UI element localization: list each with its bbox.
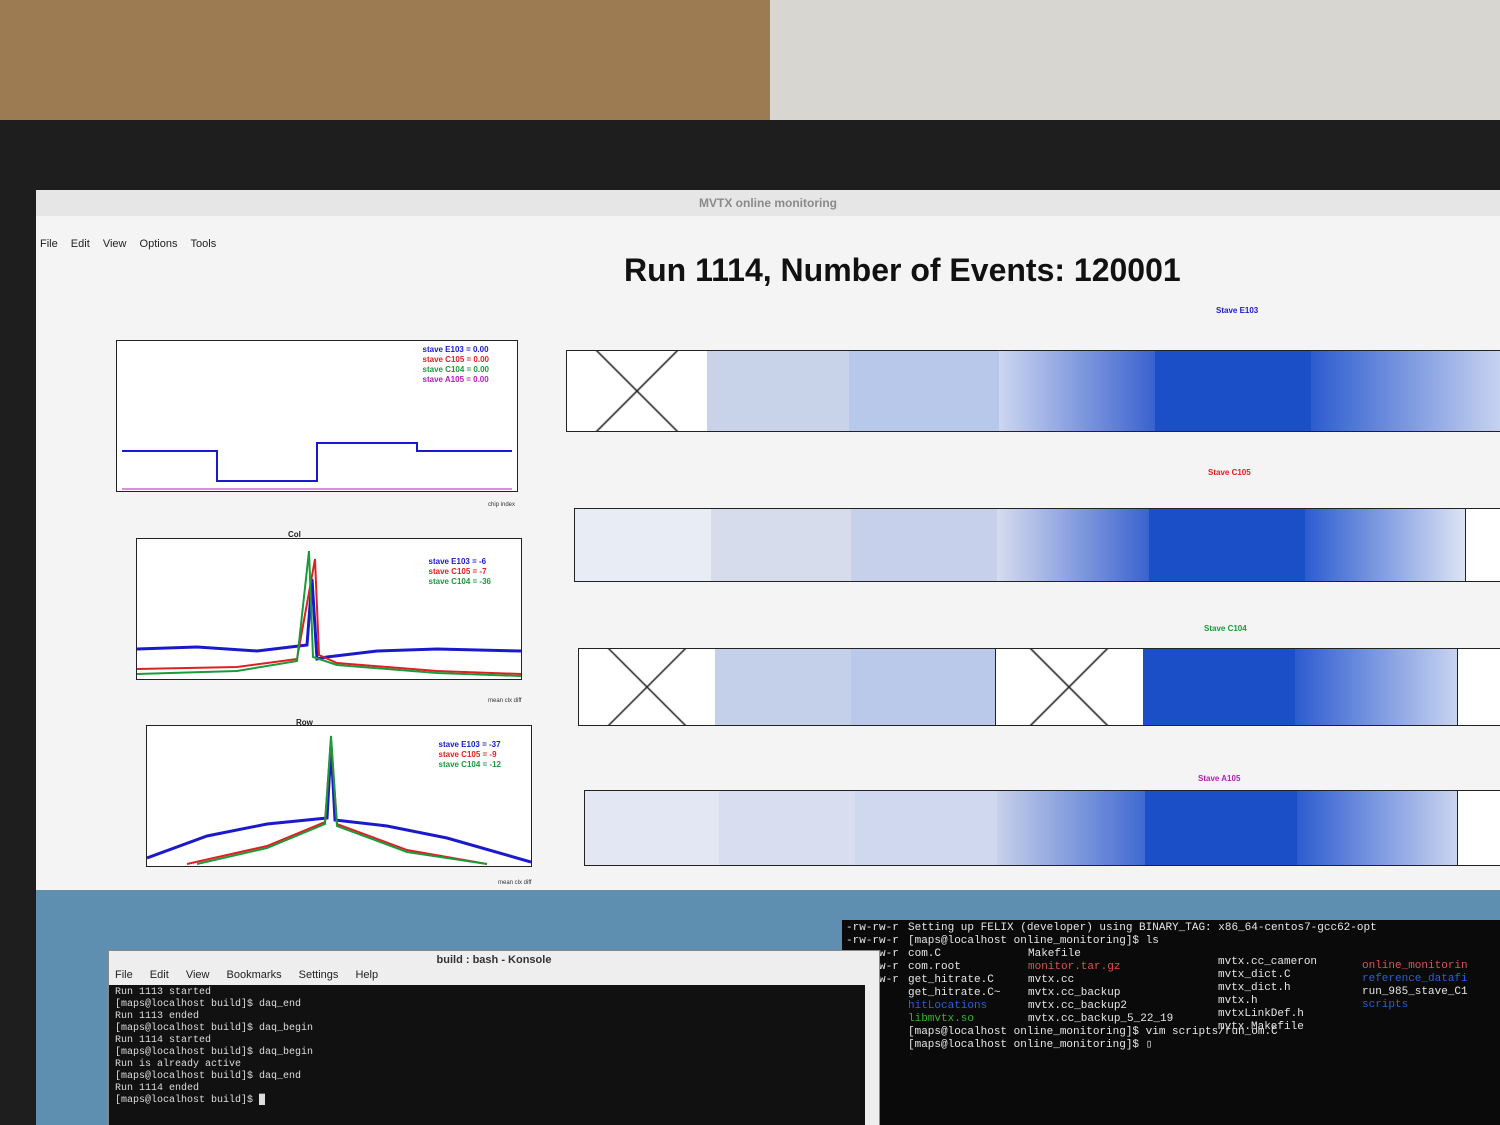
col-legend: stave E103 = -6 stave C105 = -7 stave C1…: [429, 557, 492, 587]
hitrate-legend: stave E103 = 0.00 stave C105 = 0.00 stav…: [423, 345, 490, 385]
legend-item: stave C105 = -7: [428, 567, 487, 576]
konsole-menu-file[interactable]: File: [115, 969, 133, 981]
legend-item: stave C105 = -9: [438, 750, 497, 759]
konsole-window[interactable]: build : bash - Konsole File Edit View Bo…: [108, 950, 880, 1125]
terminal-line: Run 1113 ended: [115, 1011, 200, 1022]
cork-board: [0, 0, 770, 128]
legend-item: stave E103 = -6: [428, 557, 487, 566]
col-xlabel: mean clx diff: [488, 698, 522, 704]
stave-hitmap-e103: [566, 350, 1500, 432]
konsole-menu-settings[interactable]: Settings: [299, 969, 339, 981]
terminal-line: Run 1113 started: [115, 987, 212, 998]
stave-hitmap-a105: [584, 790, 1500, 866]
stave-title-e103: Stave E103: [1216, 306, 1259, 315]
stave-title-c105: Stave C105: [1208, 468, 1251, 477]
menu-view[interactable]: View: [103, 238, 127, 250]
menu-tools[interactable]: Tools: [191, 238, 217, 250]
terminal-line: [maps@localhost build]$ daq_begin: [115, 1023, 314, 1034]
menu-options[interactable]: Options: [140, 238, 178, 250]
konsole-menu-bookmarks[interactable]: Bookmarks: [227, 969, 282, 981]
stave-title-c104: Stave C104: [1204, 624, 1247, 633]
terminal-line: [maps@localhost build]$ █: [115, 1095, 266, 1106]
row-xlabel: mean clx diff: [498, 880, 532, 886]
legend-item: stave C104 = -12: [438, 760, 502, 769]
legend-item: stave C105 = 0.00: [422, 355, 490, 364]
menu-edit[interactable]: Edit: [71, 238, 90, 250]
terminal-line: [maps@localhost build]$ daq_end: [115, 1071, 302, 1082]
terminal-line: [maps@localhost build]$ daq_end: [115, 999, 302, 1010]
row-legend: stave E103 = -37 stave C105 = -9 stave C…: [439, 740, 502, 770]
stave-hitmap-c104: [578, 648, 1500, 726]
menu-file[interactable]: File: [40, 238, 58, 250]
stave-hitmap-c105: [574, 508, 1500, 582]
konsole-title: build : bash - Konsole: [436, 954, 552, 966]
legend-item: stave A105 = 0.00: [422, 375, 489, 384]
terminal-line: Run 1114 ended: [115, 1083, 200, 1094]
menu-bar: File Edit View Options Tools: [36, 238, 222, 258]
hitrate-panel: stave E103 = 0.00 stave C105 = 0.00 stav…: [116, 340, 518, 492]
legend-item: stave C104 = 0.00: [422, 365, 490, 374]
term2-ls-col3: mvtx.cc_cameron mvtx_dict.C mvtx_dict.h …: [1218, 956, 1318, 1033]
legend-item: stave E103 = 0.00: [422, 345, 489, 354]
terminal-online-monitoring[interactable]: -rw-rw-r -rw-rw-r -rw-rw-r -rw-rw-r -rw-…: [842, 920, 1500, 1125]
run-title: Run 1114, Number of Events: 120001: [624, 252, 1181, 288]
konsole-menu-bar: File Edit View Bookmarks Settings Help: [109, 969, 879, 981]
konsole-menu-view[interactable]: View: [186, 969, 210, 981]
row-panel: stave E103 = -37 stave C105 = -9 stave C…: [146, 725, 532, 867]
terminal-line: Run 1114 started: [115, 1035, 212, 1046]
terminal-line: [maps@localhost build]$ daq_begin: [115, 1047, 314, 1058]
legend-item: stave E103 = -37: [438, 740, 501, 749]
stave-title-a105: Stave A105: [1198, 774, 1241, 783]
legend-item: stave C104 = -36: [428, 577, 492, 586]
konsole-menu-help[interactable]: Help: [355, 969, 378, 981]
hitrate-line: [122, 442, 512, 482]
terminal-line: Run is already active: [115, 1059, 242, 1070]
term2-ls-col4: online_monitorin reference_datafi run_98…: [1362, 960, 1468, 1011]
konsole-menu-edit[interactable]: Edit: [150, 969, 169, 981]
window-title: MVTX online monitoring: [36, 190, 1500, 216]
hitrate-xlabel: chip index: [488, 502, 516, 508]
konsole-terminal[interactable]: Run 1113 started [maps@localhost build]$…: [109, 985, 865, 1125]
term2-ls-col2: Makefile monitor.tar.gz mvtx.cc mvtx.cc_…: [1028, 948, 1174, 1025]
col-panel: stave E103 = -6 stave C105 = -7 stave C1…: [136, 538, 522, 680]
screen: MVTX online monitoring File Edit View Op…: [36, 190, 1500, 1125]
